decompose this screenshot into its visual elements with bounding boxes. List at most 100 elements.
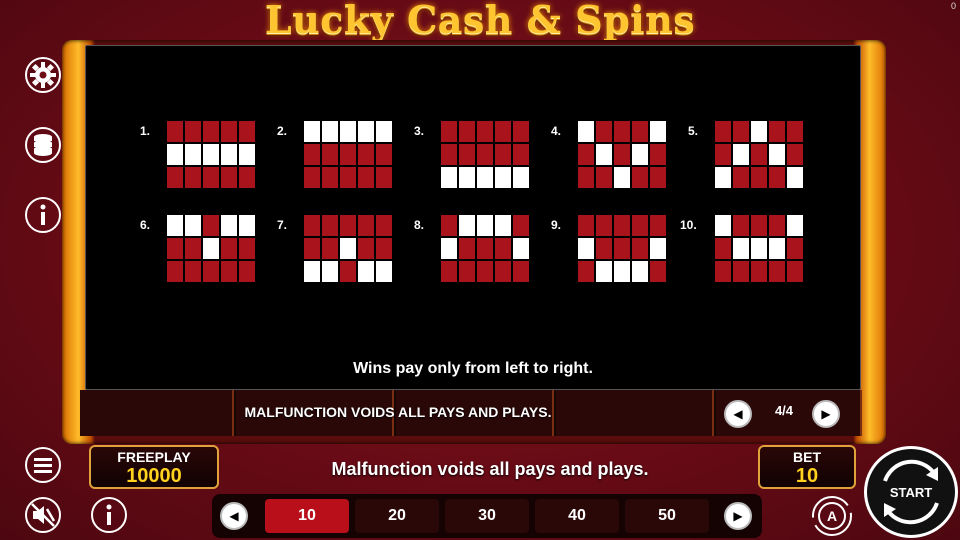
payline-cell (715, 144, 731, 165)
bet-prev-button[interactable]: ◀ (220, 502, 248, 530)
payline-cell (751, 215, 767, 236)
payline-cell-active (239, 144, 255, 165)
payline-cell-active (751, 238, 767, 259)
payline-cell-active (340, 121, 356, 142)
payline-cell (650, 167, 666, 188)
payline-cell-active (185, 215, 201, 236)
payline-cell (477, 121, 493, 142)
payline-cell (441, 215, 457, 236)
payline-cell (441, 144, 457, 165)
payline-cell-active (167, 144, 183, 165)
bet-option-20[interactable]: 20 (355, 499, 439, 533)
payline-cell (650, 261, 666, 282)
payline-cell (239, 167, 255, 188)
payline-cell-active (477, 167, 493, 188)
start-label: START (889, 484, 933, 500)
paytable-info-button[interactable] (88, 494, 130, 536)
payline-cell-active (185, 144, 201, 165)
payline-cell-active (239, 215, 255, 236)
settings-button[interactable] (22, 54, 64, 96)
info-button[interactable] (22, 194, 64, 236)
payline-cell (441, 121, 457, 142)
payline-cell-active (358, 261, 374, 282)
payline-cell-active (715, 215, 731, 236)
sound-button[interactable] (22, 494, 64, 536)
autoplay-button[interactable]: A (810, 494, 854, 538)
payline-cell (358, 238, 374, 259)
payline-cell-active (751, 121, 767, 142)
payline-diagram (441, 215, 529, 282)
payline-cell (513, 121, 529, 142)
payline-cell (733, 261, 749, 282)
payline-cell (358, 167, 374, 188)
payline-cell (578, 261, 594, 282)
next-page-button[interactable]: ▶ (812, 400, 840, 428)
autoplay-label: A (827, 508, 837, 524)
payline-number: 3. (414, 124, 425, 138)
payline-cell (167, 261, 183, 282)
payline-cell (477, 261, 493, 282)
payline-number: 9. (551, 218, 562, 232)
payline-cell (239, 121, 255, 142)
bet-box: BET 10 (758, 445, 856, 489)
payline-cell-active (495, 167, 511, 188)
payline-cell (376, 167, 392, 188)
bet-option-30[interactable]: 30 (445, 499, 529, 533)
malfunction-note: MALFUNCTION VOIDS ALL PAYS AND PLAYS. (244, 404, 552, 420)
payline-cell-active (733, 238, 749, 259)
payline-cell (221, 121, 237, 142)
payline-cell (513, 215, 529, 236)
payline-cell (596, 215, 612, 236)
payline-cell (578, 215, 594, 236)
coins-button[interactable] (22, 124, 64, 166)
payline-cell-active (495, 215, 511, 236)
payline-cell-active (459, 215, 475, 236)
payline-cell (650, 215, 666, 236)
payline-cell (304, 167, 320, 188)
payline-cell-active (769, 144, 785, 165)
payline-cell (578, 144, 594, 165)
payline-diagram (304, 121, 392, 188)
payline-cell (751, 167, 767, 188)
paytable-pager: ◀ 4/4 ▶ (718, 396, 860, 432)
payline-number: 6. (140, 218, 151, 232)
payline-cell (769, 215, 785, 236)
payline-diagram (304, 215, 392, 282)
payline-number: 4. (551, 124, 562, 138)
payline-cell (304, 144, 320, 165)
payline-cell (221, 261, 237, 282)
bet-option-40[interactable]: 40 (535, 499, 619, 533)
payline-cell-active (340, 238, 356, 259)
bet-next-button[interactable]: ▶ (724, 502, 752, 530)
payline-cell (340, 215, 356, 236)
chevron-left-icon: ◀ (229, 509, 239, 523)
payline-cell (203, 261, 219, 282)
sound-muted-icon (25, 497, 61, 533)
payline-diagram (715, 121, 803, 188)
coins-icon (25, 127, 61, 163)
payline-cell-active (358, 121, 374, 142)
payline-cell (632, 215, 648, 236)
payline-cell-active (167, 215, 183, 236)
payline-cell (715, 238, 731, 259)
payline-cell (751, 144, 767, 165)
payline-cell (596, 238, 612, 259)
payline-cell-active (221, 144, 237, 165)
payline-number: 10. (680, 218, 697, 232)
payline-cell (376, 144, 392, 165)
payline-cell-active (203, 238, 219, 259)
payline-cell (459, 144, 475, 165)
payline-diagram (167, 121, 255, 188)
menu-button[interactable] (22, 444, 64, 486)
bet-option-10[interactable]: 10 (265, 499, 349, 533)
payline-cell (459, 238, 475, 259)
prev-page-button[interactable]: ◀ (724, 400, 752, 428)
bet-option-50[interactable]: 50 (625, 499, 709, 533)
gear-icon (25, 57, 61, 93)
payline-cell (203, 121, 219, 142)
payline-cell-active (304, 121, 320, 142)
payline-number: 7. (277, 218, 288, 232)
payline-cell (239, 261, 255, 282)
start-button[interactable]: START (864, 446, 958, 538)
payline-cell (304, 215, 320, 236)
